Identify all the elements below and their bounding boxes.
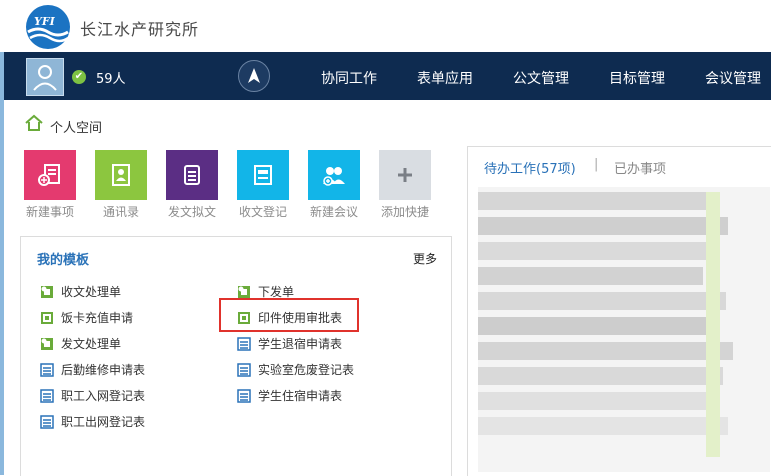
template-item[interactable]: 发文处理单 <box>40 335 121 352</box>
contacts-icon <box>95 150 147 200</box>
template-label: 后勤维修申请表 <box>61 363 146 377</box>
quick-draft-document[interactable]: 发文拟文 <box>166 150 218 220</box>
template-item[interactable]: 职工出网登记表 <box>40 413 145 430</box>
breadcrumb-personal-space[interactable]: 个人空间 <box>50 117 102 136</box>
quick-new-item[interactable]: 新建事项 <box>24 150 76 220</box>
quick-add-shortcut[interactable]: 添加快捷 <box>379 150 431 220</box>
nav-home-icon[interactable] <box>238 60 270 92</box>
table-list-icon <box>40 388 54 403</box>
template-item[interactable]: 饭卡充值申请 <box>40 309 133 326</box>
left-edge-bar <box>0 52 4 475</box>
yfi-logo-icon: YFI <box>26 5 70 49</box>
home-icon[interactable] <box>24 114 44 132</box>
new-item-icon <box>24 150 76 200</box>
template-label: 学生住宿申请表 <box>258 389 343 403</box>
quick-contacts[interactable]: 通讯录 <box>95 150 147 220</box>
nav-collab-work[interactable]: 协同工作 <box>321 68 377 88</box>
tab-done-items[interactable]: 已办事项 <box>614 158 666 177</box>
my-templates-title: 我的模板 <box>37 253 90 268</box>
nav-document-mgmt[interactable]: 公文管理 <box>513 68 569 88</box>
new-meeting-icon <box>308 150 360 200</box>
table-list-icon <box>237 336 251 351</box>
receive-register-icon <box>237 150 289 200</box>
template-item[interactable]: 学生退宿申请表 <box>237 335 342 352</box>
form-doc-icon <box>41 311 53 324</box>
table-list-icon <box>40 414 54 429</box>
main-navbar: ✔ 59人 协同工作 表单应用 公文管理 目标管理 会议管理 <box>4 52 771 100</box>
template-item[interactable]: 实验室危废登记表 <box>237 361 354 378</box>
quick-add-shortcut-label: 添加快捷 <box>380 205 429 219</box>
blurred-task-list <box>478 187 770 472</box>
table-list-icon <box>237 362 251 377</box>
user-icon <box>33 65 57 91</box>
form-doc-icon <box>41 285 53 298</box>
template-label: 饭卡充值申请 <box>61 311 134 325</box>
quick-new-meeting-label: 新建会议 <box>309 205 358 219</box>
logo-text: YFI <box>34 15 56 28</box>
plus-icon <box>379 150 431 200</box>
my-templates-panel: 我的模板 更多 <box>20 236 452 476</box>
org-name: 长江水产研究所 <box>80 20 200 39</box>
form-doc-icon <box>238 285 250 298</box>
online-count: 59人 <box>96 72 126 87</box>
template-label: 学生退宿申请表 <box>258 337 343 351</box>
draft-document-icon <box>166 150 218 200</box>
tab-pending-work[interactable]: 待办工作(57项) <box>484 158 576 177</box>
template-label: 收文处理单 <box>61 285 122 299</box>
quick-receive-register[interactable]: 收文登记 <box>237 150 289 220</box>
pending-tasks-panel: 待办工作(57项) | 已办事项 <box>467 146 771 476</box>
template-item[interactable]: 收文处理单 <box>40 283 121 300</box>
template-label: 职工入网登记表 <box>61 389 146 403</box>
quick-draft-document-label: 发文拟文 <box>167 205 216 219</box>
highlight-box <box>219 298 359 332</box>
templates-more-link[interactable]: 更多 <box>413 250 437 267</box>
template-item[interactable]: 学生住宿申请表 <box>237 387 342 404</box>
table-list-icon <box>237 388 251 403</box>
online-check-icon: ✔ <box>72 70 86 84</box>
quick-new-meeting[interactable]: 新建会议 <box>308 150 360 220</box>
template-item[interactable]: 后勤维修申请表 <box>40 361 145 378</box>
template-item[interactable]: 职工入网登记表 <box>40 387 145 404</box>
quick-receive-register-label: 收文登记 <box>238 205 287 219</box>
nav-goal-mgmt[interactable]: 目标管理 <box>609 68 665 88</box>
template-label: 职工出网登记表 <box>61 415 146 429</box>
nav-form-apps[interactable]: 表单应用 <box>417 68 473 88</box>
tab-separator: | <box>594 157 599 172</box>
quick-new-item-label: 新建事项 <box>25 205 74 219</box>
template-label: 发文处理单 <box>61 337 122 351</box>
form-doc-icon <box>41 337 53 350</box>
template-label: 实验室危废登记表 <box>258 363 355 377</box>
app-header: YFI 长江水产研究所 <box>0 0 771 52</box>
user-avatar[interactable] <box>26 58 64 96</box>
table-list-icon <box>40 362 54 377</box>
quick-contacts-label: 通讯录 <box>102 205 139 219</box>
nav-meeting-mgmt[interactable]: 会议管理 <box>705 68 761 88</box>
